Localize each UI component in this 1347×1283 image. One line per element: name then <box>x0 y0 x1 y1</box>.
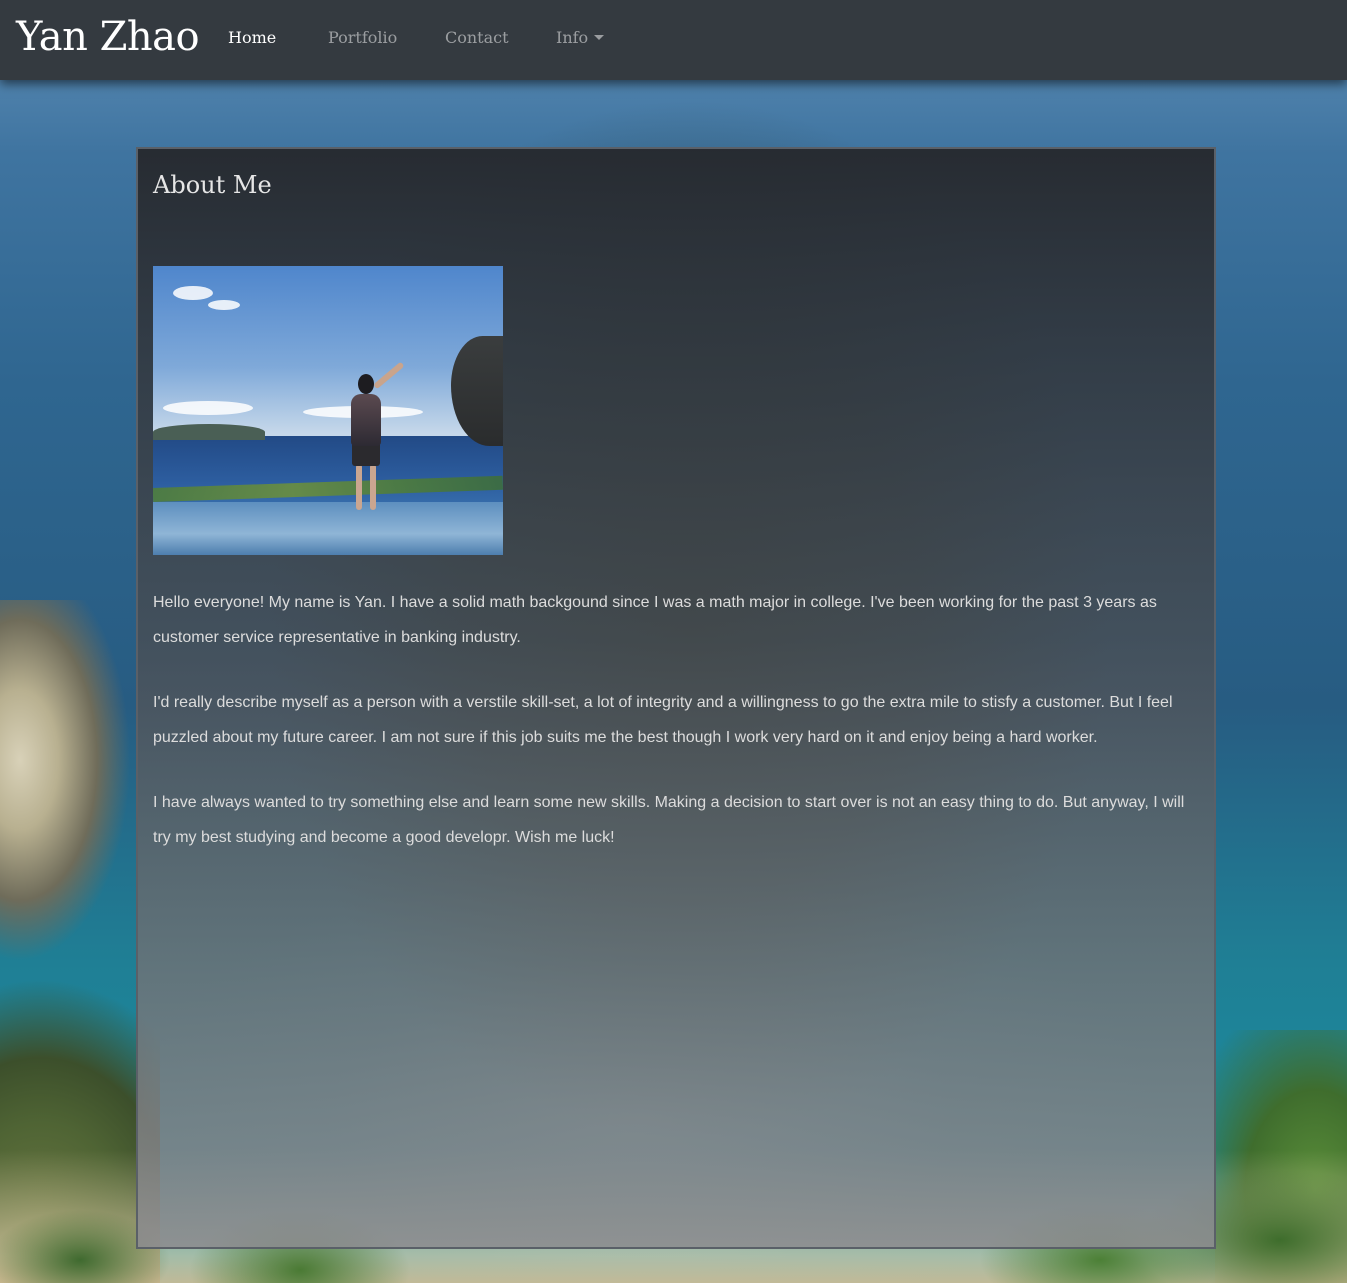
nav-contact-link[interactable]: Contact <box>445 26 509 50</box>
brand-logo-link[interactable]: Yan Zhao <box>16 10 200 64</box>
about-paragraph-2: I'd really describe myself as a person w… <box>153 694 1173 746</box>
top-navbar: Yan Zhao Home Portfolio Contact Info <box>0 0 1347 80</box>
nav-info-dropdown[interactable]: Info <box>556 26 605 50</box>
about-paragraph-3: I have always wanted to try something el… <box>153 794 1185 846</box>
nav-info-label: Info <box>556 28 589 47</box>
about-title: About Me <box>153 171 272 199</box>
nav-home-link[interactable]: Home <box>228 26 276 50</box>
background-cliff <box>0 600 140 960</box>
profile-photo <box>153 266 503 555</box>
about-paragraph-1: Hello everyone! My name is Yan. I have a… <box>153 594 1157 646</box>
caret-down-icon <box>594 35 605 40</box>
about-card: About Me Hello everyone! My name is Yan.… <box>136 147 1216 1249</box>
nav-portfolio-link[interactable]: Portfolio <box>328 26 397 50</box>
